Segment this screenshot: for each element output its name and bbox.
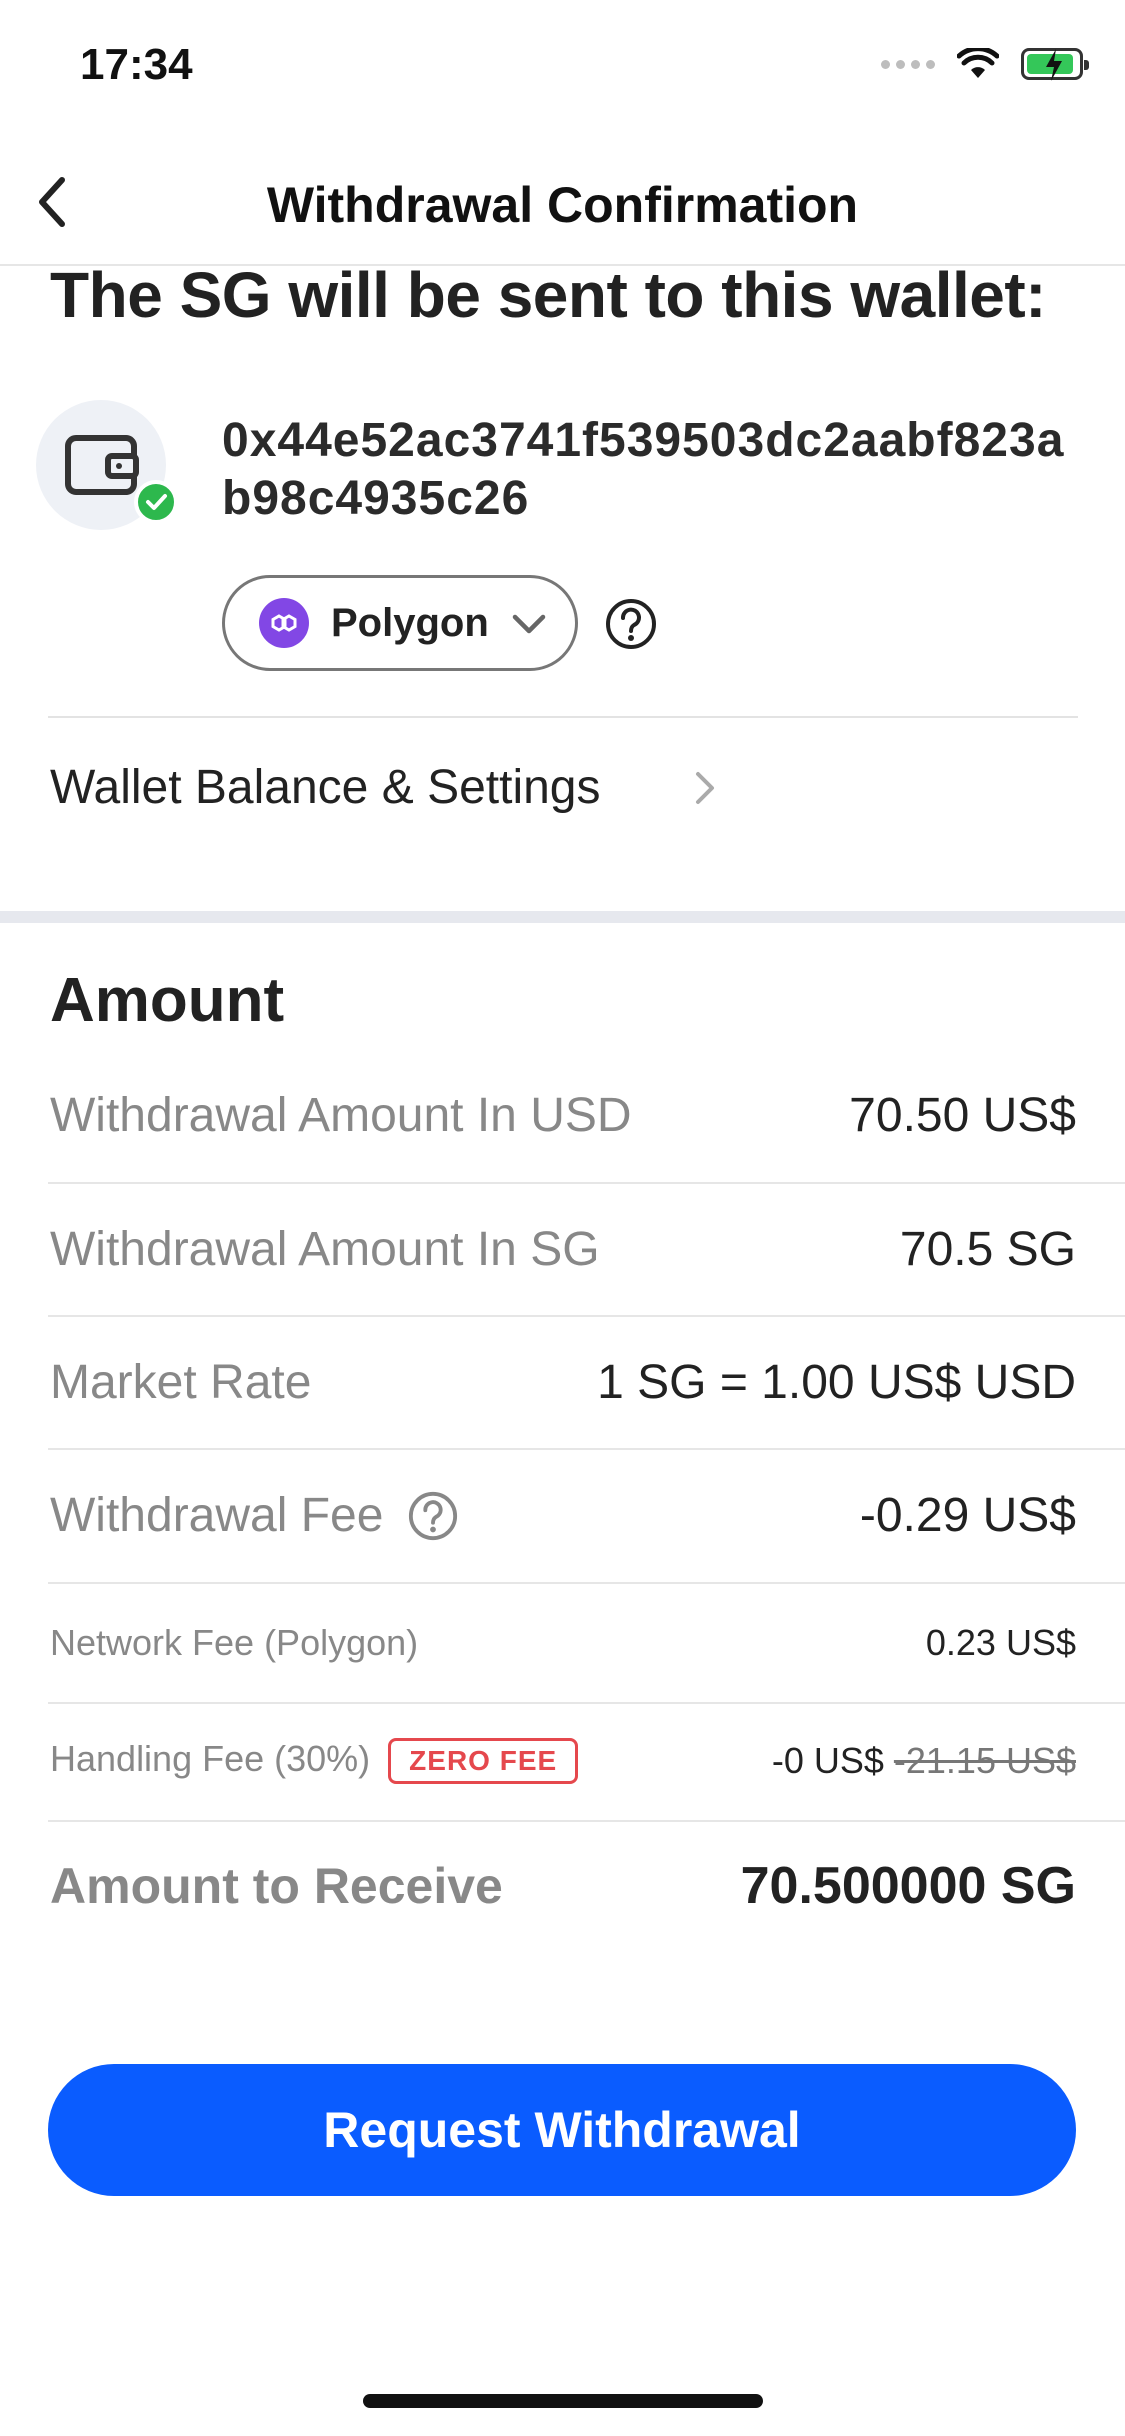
withdrawal-fee-label: Withdrawal Fee	[50, 1489, 384, 1542]
divider	[48, 1315, 1125, 1317]
request-withdrawal-button[interactable]: Request Withdrawal	[48, 2064, 1076, 2196]
row-value: -0.29 US$	[859, 1489, 1076, 1542]
network-selector[interactable]: Polygon	[222, 575, 578, 671]
chevron-down-icon	[512, 614, 546, 634]
wifi-icon	[957, 48, 999, 78]
status-icons	[881, 48, 1089, 81]
handling-fee-value: -0 US$	[771, 1740, 884, 1782]
wallet-icon	[65, 435, 139, 495]
row-label: Withdrawal Amount In SG	[50, 1223, 600, 1276]
help-icon[interactable]	[407, 1490, 459, 1542]
handling-fee-label: Handling Fee (30%)	[50, 1738, 371, 1779]
divider	[48, 1820, 1125, 1822]
divider	[48, 1448, 1125, 1450]
divider	[48, 1702, 1125, 1704]
receive-label: Amount to Receive	[50, 1858, 503, 1914]
home-indicator	[363, 2394, 763, 2408]
row-value: 1 SG = 1.00 US$ USD	[597, 1356, 1076, 1409]
status-time: 17:34	[80, 40, 193, 89]
divider	[48, 716, 1078, 718]
section-separator	[0, 911, 1125, 923]
page-title: Withdrawal Confirmation	[266, 177, 859, 233]
wallet-settings-label: Wallet Balance & Settings	[50, 761, 601, 814]
row-label: Market Rate	[50, 1356, 312, 1409]
row-label: Withdrawal Fee	[50, 1488, 459, 1543]
row-value: 0.23 US$	[925, 1622, 1076, 1663]
row-label: Handling Fee (30%) ZERO FEE	[50, 1738, 579, 1785]
row-label: Network Fee (Polygon)	[50, 1622, 419, 1663]
verified-check-icon	[134, 480, 178, 524]
market-rate-row: Market Rate 1 SG = 1.00 US$ USD	[50, 1355, 1076, 1410]
receive-value: 70.500000 SG	[740, 1857, 1076, 1915]
row-value: 70.50 US$	[849, 1089, 1076, 1142]
row-value: 70.5 SG	[899, 1223, 1076, 1276]
withdrawal-fee-row: Withdrawal Fee -0.29 US$	[50, 1488, 1076, 1543]
chevron-right-icon[interactable]	[690, 766, 720, 810]
polygon-logo-icon	[259, 598, 309, 648]
status-bar: 17:34	[0, 0, 1125, 140]
wallet-settings-link[interactable]: Wallet Balance & Settings	[50, 760, 601, 815]
help-icon[interactable]	[604, 597, 658, 651]
zero-fee-badge: ZERO FEE	[388, 1738, 579, 1785]
amount-to-receive-row: Amount to Receive 70.500000 SG	[50, 1856, 1076, 1916]
handling-fee-row: Handling Fee (30%) ZERO FEE -0 US$ -21.15 …	[50, 1738, 1076, 1785]
network-label: Polygon	[331, 600, 489, 645]
row-label: Withdrawal Amount In USD	[50, 1089, 632, 1142]
battery-icon	[1021, 48, 1089, 81]
signal-icon	[881, 59, 935, 69]
wallet-heading: The SG will be sent to this wallet:	[50, 259, 1046, 331]
handling-fee-original-value: -21.15 US$	[893, 1740, 1076, 1782]
wallet-address: 0x44e52ac3741f539503dc2aabf823ab98c4935c…	[222, 414, 1065, 525]
amount-section-title: Amount	[50, 966, 285, 1035]
usd-amount-row: Withdrawal Amount In USD 70.50 US$	[50, 1088, 1076, 1143]
nav-bar: Withdrawal Confirmation	[0, 140, 1125, 266]
network-fee-row: Network Fee (Polygon) 0.23 US$	[50, 1622, 1076, 1664]
sg-amount-row: Withdrawal Amount In SG 70.5 SG	[50, 1222, 1076, 1277]
divider	[48, 1182, 1125, 1184]
row-value: -0 US$ -21.15 US$	[772, 1740, 1076, 1782]
divider	[48, 1582, 1125, 1584]
